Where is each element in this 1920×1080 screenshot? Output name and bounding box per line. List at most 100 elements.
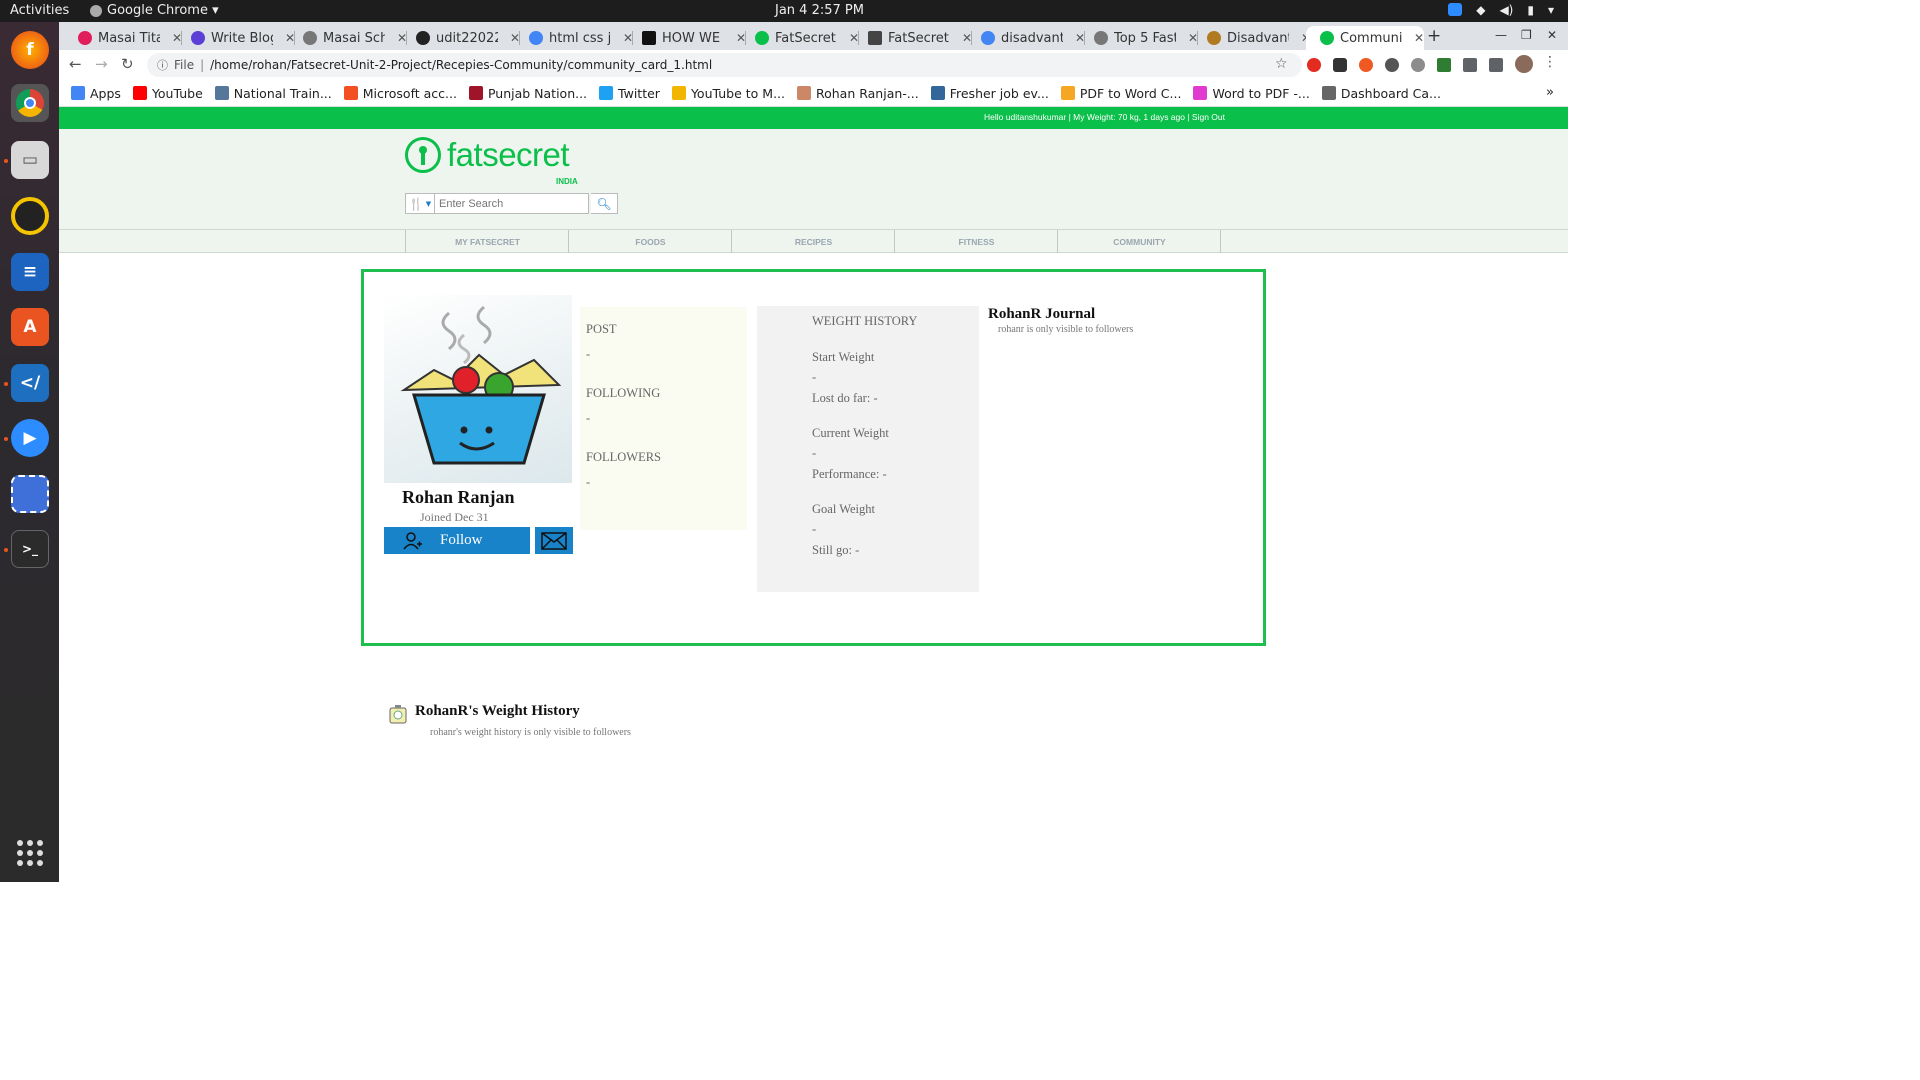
browser-tab[interactable]: html css ja✕	[515, 26, 633, 50]
google-icon	[981, 31, 995, 45]
back-icon[interactable]: ←	[69, 55, 82, 73]
close-window-icon[interactable]: ✕	[1547, 28, 1557, 42]
following-count: -	[586, 411, 591, 425]
bookmark-star-icon[interactable]: ☆	[1275, 56, 1288, 72]
followers-label[interactable]: FOLLOWERS	[586, 450, 661, 465]
show-applications-icon[interactable]	[17, 840, 43, 866]
more-bookmarks-icon[interactable]: »	[1546, 85, 1554, 100]
browser-tab[interactable]: FatSecret -✕	[854, 26, 972, 50]
address-url[interactable]: /home/rohan/Fatsecret-Unit-2-Project/Rec…	[210, 58, 712, 72]
bookmark-item[interactable]: Fresher job ev...	[930, 86, 1049, 101]
app-menu-label: Google Chrome ▾	[107, 3, 219, 18]
bookmark-item[interactable]: Microsoft acc...	[343, 86, 457, 101]
software-center-icon[interactable]: A	[11, 308, 49, 346]
extensions-puzzle-icon[interactable]	[1463, 58, 1477, 72]
bookmark-item[interactable]: Punjab Nation...	[468, 85, 588, 101]
zoom-tray-icon[interactable]	[1448, 3, 1463, 16]
bookmark-favicon	[1193, 86, 1208, 100]
address-bar[interactable]: ⓘ File | /home/rohan/Fatsecret-Unit-2-Pr…	[147, 53, 1302, 77]
bookmark-item[interactable]: YouTube	[132, 86, 203, 101]
logo-text: fatsecret	[447, 136, 570, 173]
nav-community[interactable]: COMMUNITY	[1057, 230, 1221, 253]
restore-window-icon[interactable]: ❐	[1521, 28, 1532, 42]
search-button[interactable]: 🔍︎	[591, 193, 618, 214]
new-tab-button[interactable]: +	[1427, 26, 1441, 46]
browser-tab-active[interactable]: Communit ✕	[1306, 26, 1424, 50]
browser-menu-icon[interactable]: ⋮	[1543, 54, 1557, 70]
extension-icon[interactable]	[1333, 58, 1347, 72]
system-tray[interactable]: ◆ ◀) ▮ ▾	[1448, 3, 1554, 17]
nav-fitness[interactable]: FITNESS	[894, 230, 1058, 253]
firefox-icon[interactable]: f	[11, 31, 49, 69]
nav-recipes[interactable]: RECIPES	[731, 230, 895, 253]
browser-tab[interactable]: Disadvant✕	[1193, 26, 1311, 50]
bookmark-item[interactable]: National Train...	[214, 86, 332, 101]
clock[interactable]: Jan 4 2:57 PM	[775, 3, 864, 18]
bookmark-label: YouTube to M...	[690, 85, 785, 101]
bookmark-item[interactable]: Dashboard Ca...	[1321, 86, 1441, 101]
bookmark-item[interactable]: YouTube to M...	[671, 85, 785, 101]
forward-icon[interactable]: →	[95, 55, 108, 73]
bookmark-item[interactable]: Rohan Ranjan-...	[796, 86, 919, 101]
activities-button[interactable]: Activities	[10, 3, 69, 18]
fatsecret-icon	[755, 31, 769, 45]
tab-title: FatSecret -	[888, 30, 950, 46]
power-menu-icon[interactable]: ▾	[1548, 3, 1554, 17]
bookmark-apps[interactable]: Apps	[71, 86, 121, 101]
rhythmbox-icon[interactable]	[11, 197, 49, 235]
nav-foods[interactable]: FOODS	[568, 230, 732, 253]
user-greeting[interactable]: Hello uditanshukumar | My Weight: 70 kg,…	[984, 112, 1225, 122]
nav-my-fatsecret[interactable]: MY FATSECRET	[405, 230, 569, 253]
browser-tab[interactable]: HOW WE B✕	[628, 26, 746, 50]
zoom-icon[interactable]: ▶	[11, 419, 49, 457]
profile-avatar[interactable]	[1515, 55, 1533, 73]
search-input[interactable]	[435, 193, 589, 214]
message-button[interactable]	[535, 527, 573, 554]
minimize-window-icon[interactable]: —	[1495, 28, 1507, 42]
bookmark-item[interactable]: Word to PDF -...	[1193, 86, 1310, 101]
files-icon[interactable]: ▭	[11, 141, 49, 179]
writer-icon[interactable]: ≡	[11, 253, 49, 291]
browser-tab[interactable]: Masai Scho✕	[289, 26, 407, 50]
tab-favicon	[303, 31, 317, 45]
terminal-icon[interactable]: >_	[11, 530, 49, 568]
following-label[interactable]: FOLLOWING	[586, 386, 660, 401]
github-icon	[416, 31, 430, 45]
browser-tab[interactable]: Top 5 Fast ✕	[1080, 26, 1198, 50]
screenshot-icon[interactable]	[11, 475, 49, 513]
media-control-icon[interactable]	[1489, 58, 1503, 72]
mail-icon	[541, 531, 567, 550]
browser-tab[interactable]: Write Blog ✕	[177, 26, 295, 50]
fatsecret-logo[interactable]: fatsecret	[405, 136, 570, 174]
opera-extension-icon[interactable]	[1307, 58, 1321, 72]
vscode-icon[interactable]: </	[11, 364, 49, 402]
toolbar: ← → ↻ ⓘ File | /home/rohan/Fatsecret-Uni…	[59, 50, 1568, 80]
bookmark-label: Punjab Nation...	[487, 85, 588, 101]
reload-icon[interactable]: ↻	[121, 55, 134, 73]
battery-icon[interactable]: ▮	[1527, 3, 1534, 17]
close-tab-icon[interactable]: ✕	[1414, 31, 1424, 45]
volume-icon[interactable]: ◀)	[1499, 3, 1513, 17]
browser-tab[interactable]: FatSecret I✕	[741, 26, 859, 50]
bookmark-favicon	[930, 86, 945, 100]
browser-window: Masai Titan✕ Write Blog✕ Masai Scho✕ udi…	[59, 22, 1568, 107]
goal-weight-value: -	[812, 522, 817, 536]
search-category-dropdown[interactable]: 🍴 ▼	[405, 193, 435, 214]
journal-title[interactable]: RohanR Journal	[988, 306, 1095, 323]
app-menu[interactable]: Google Chrome ▾	[90, 3, 219, 18]
browser-tab[interactable]: udit22022 ✕	[402, 26, 520, 50]
follow-label: Follow	[440, 532, 483, 548]
bookmark-item[interactable]: Twitter	[599, 86, 660, 101]
browser-tab[interactable]: disadvanta✕	[967, 26, 1085, 50]
extension-icon[interactable]	[1385, 58, 1399, 72]
extension-icon[interactable]	[1437, 58, 1451, 72]
bookmark-item[interactable]: PDF to Word C...	[1060, 86, 1181, 101]
browser-tab[interactable]: Masai Titan✕	[64, 26, 182, 50]
web-page: Hello uditanshukumar | My Weight: 70 kg,…	[59, 107, 1568, 882]
wifi-icon[interactable]: ◆	[1476, 3, 1485, 17]
extension-icon[interactable]	[1411, 58, 1425, 72]
follow-button[interactable]: Follow	[384, 527, 530, 554]
site-info-icon[interactable]: ⓘ	[157, 57, 168, 73]
chrome-dock-icon[interactable]	[11, 84, 49, 122]
extension-icon[interactable]	[1359, 58, 1373, 72]
